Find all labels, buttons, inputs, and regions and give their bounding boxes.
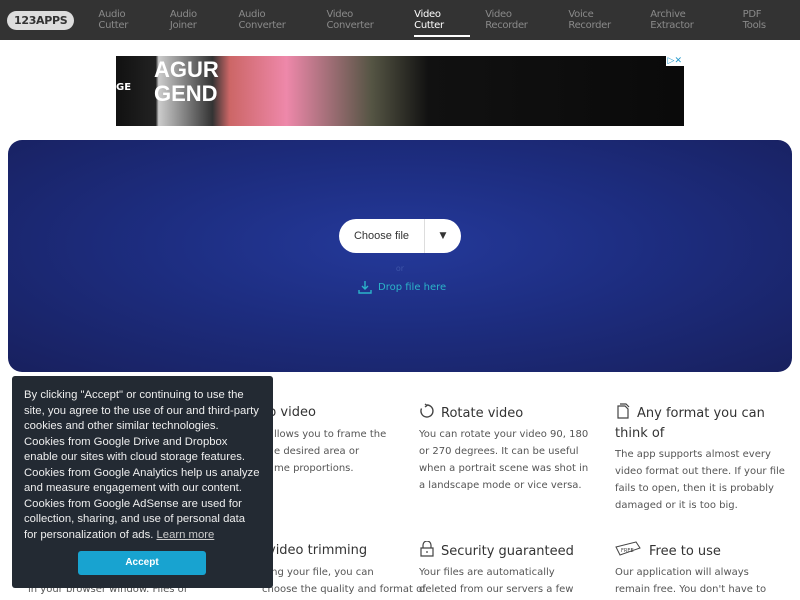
feature-title: Security guaranteed [419,541,574,562]
chevron-down-icon[interactable]: ▼ [424,219,461,253]
rotate-icon [420,403,434,418]
nav-audio-cutter[interactable]: Audio Cutter [98,7,154,33]
feature-text: Your files are automatically deleted fro… [419,567,574,595]
feature-text: ding your file, you can choose the qualit… [262,567,426,595]
ad-choices-close-icon[interactable]: ▷✕ [665,56,684,66]
cookie-consent-dialog: By clicking "Accept" or continuing to us… [12,376,273,588]
nav-archive-extractor[interactable]: Archive Extractor [650,7,727,33]
learn-more-link[interactable]: Learn more [157,529,215,541]
file-icon [617,403,630,419]
feature-text: You can rotate your video 90, 180 or 270… [419,429,589,491]
choose-file-button[interactable]: Choose file ▼ [339,219,461,253]
ad-text: GE [116,82,132,93]
feature-title: p video [268,405,316,420]
free-tag-icon: FREE [615,541,641,556]
feature-title: FREE Free to use [615,541,721,562]
nav-voice-recorder[interactable]: Voice Recorder [568,7,635,33]
nav-video-cutter[interactable]: Video Cutter [414,7,471,37]
feature-title: video trimming [268,543,368,558]
accept-button[interactable]: Accept [78,551,206,575]
nav-pdf-tools[interactable]: PDF Tools [743,7,785,33]
nav-video-recorder[interactable]: Video Recorder [485,7,553,33]
cookie-text: By clicking "Accept" or continuing to us… [24,389,260,541]
drop-file-label: Drop file here [378,281,447,293]
drop-file-link[interactable]: Drop file here [358,280,446,294]
app-nav: Audio Cutter Audio Joiner Audio Converte… [98,7,800,37]
ad-banner[interactable]: AGUR GEND GE ▷✕ [116,56,684,126]
nav-video-converter[interactable]: Video Converter [326,7,399,33]
ad-text: AGUR [154,57,219,82]
lock-icon [420,541,434,557]
choose-file-label: Choose file [353,230,410,242]
or-label: or [395,264,405,273]
nav-audio-converter[interactable]: Audio Converter [238,7,311,33]
logo[interactable]: 123APPS [7,10,75,30]
ad-text: GEND [154,81,218,106]
feature-text: Our application will always remain free.… [615,567,767,595]
feature-title: Any format you can think of [615,403,785,444]
svg-text:FREE: FREE [621,548,634,554]
feature-title: Rotate video [419,403,523,424]
upload-area[interactable] [8,140,792,372]
nav-audio-joiner[interactable]: Audio Joiner [170,7,224,33]
top-navbar: 123APPS Audio Cutter Audio Joiner Audio … [0,0,800,40]
feature-text: The app supports almost every video form… [615,449,785,511]
download-icon [358,281,372,294]
